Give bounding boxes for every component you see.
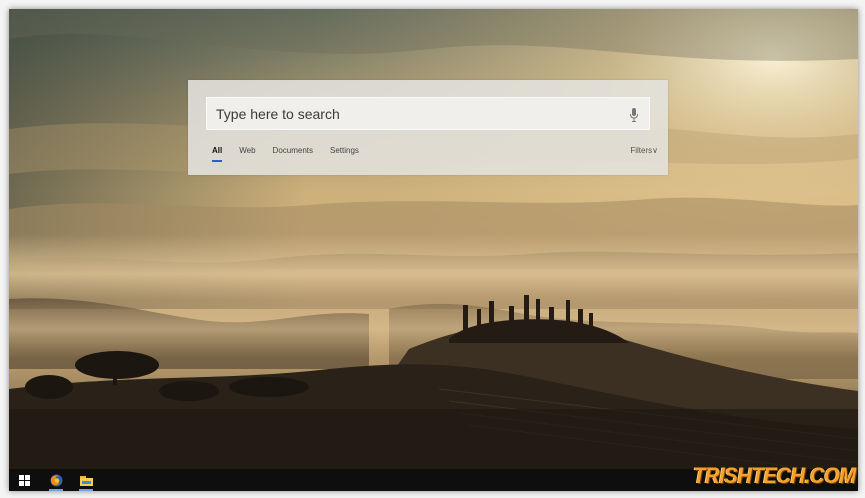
search-input[interactable]: Type here to search (206, 97, 650, 130)
search-scope-tabs: All Web Documents Settings (212, 146, 376, 162)
tab-web[interactable]: Web (239, 146, 255, 162)
site-watermark: TRISHTECH.COM (693, 463, 856, 488)
tab-documents[interactable]: Documents (273, 146, 313, 162)
filters-dropdown[interactable]: Filters∨ (630, 146, 658, 155)
active-indicator (49, 489, 63, 491)
microphone-icon[interactable] (629, 107, 639, 123)
active-indicator (79, 489, 93, 491)
search-placeholder: Type here to search (216, 106, 340, 122)
search-panel: Type here to search All Web Documents Se… (188, 80, 668, 175)
file-explorer-icon (79, 475, 93, 486)
taskbar-file-explorer[interactable] (75, 469, 97, 491)
firefox-icon (50, 474, 62, 486)
windows-start-icon (18, 474, 30, 486)
tab-settings[interactable]: Settings (330, 146, 359, 162)
desktop: Type here to search All Web Documents Se… (9, 9, 858, 491)
taskbar-firefox[interactable] (45, 469, 67, 491)
start-button[interactable] (13, 469, 35, 491)
tab-all[interactable]: All (212, 146, 223, 162)
screenshot-frame: Type here to search All Web Documents Se… (0, 0, 865, 498)
